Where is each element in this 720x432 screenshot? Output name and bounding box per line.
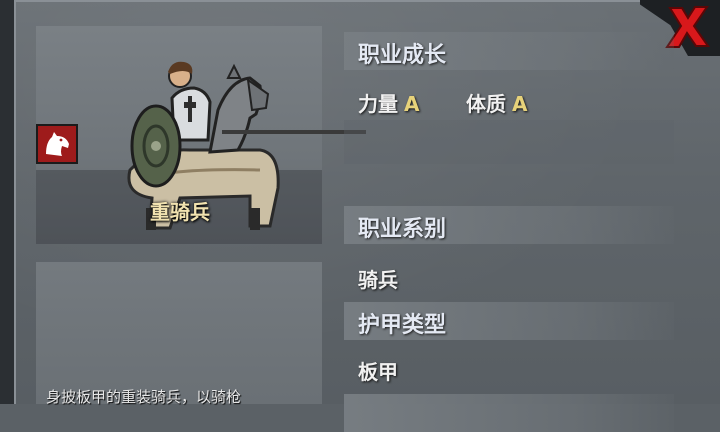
career-line-value: 骑兵 <box>358 268 398 292</box>
next-section-bar <box>344 394 674 432</box>
stat-constitution: 体质 A <box>466 88 527 117</box>
stat-constitution-label: 体质 <box>466 92 506 116</box>
class-badge <box>36 124 78 164</box>
unit-name: 重骑兵 <box>150 200 210 224</box>
armor-type-title: 护甲类型 <box>358 313 447 338</box>
growth-title: 职业成长 <box>358 43 447 68</box>
horse-head-icon <box>46 132 69 156</box>
armor-type-value: 板甲 <box>358 360 398 384</box>
career-line-title: 职业系别 <box>358 217 447 242</box>
stat-strength: 力量 A <box>358 88 419 117</box>
growth-body-bar <box>344 120 674 164</box>
description-panel <box>36 262 322 404</box>
stat-strength-grade: A <box>404 92 420 116</box>
stat-strength-label: 力量 <box>358 92 398 116</box>
stat-constitution-grade: A <box>512 92 528 116</box>
